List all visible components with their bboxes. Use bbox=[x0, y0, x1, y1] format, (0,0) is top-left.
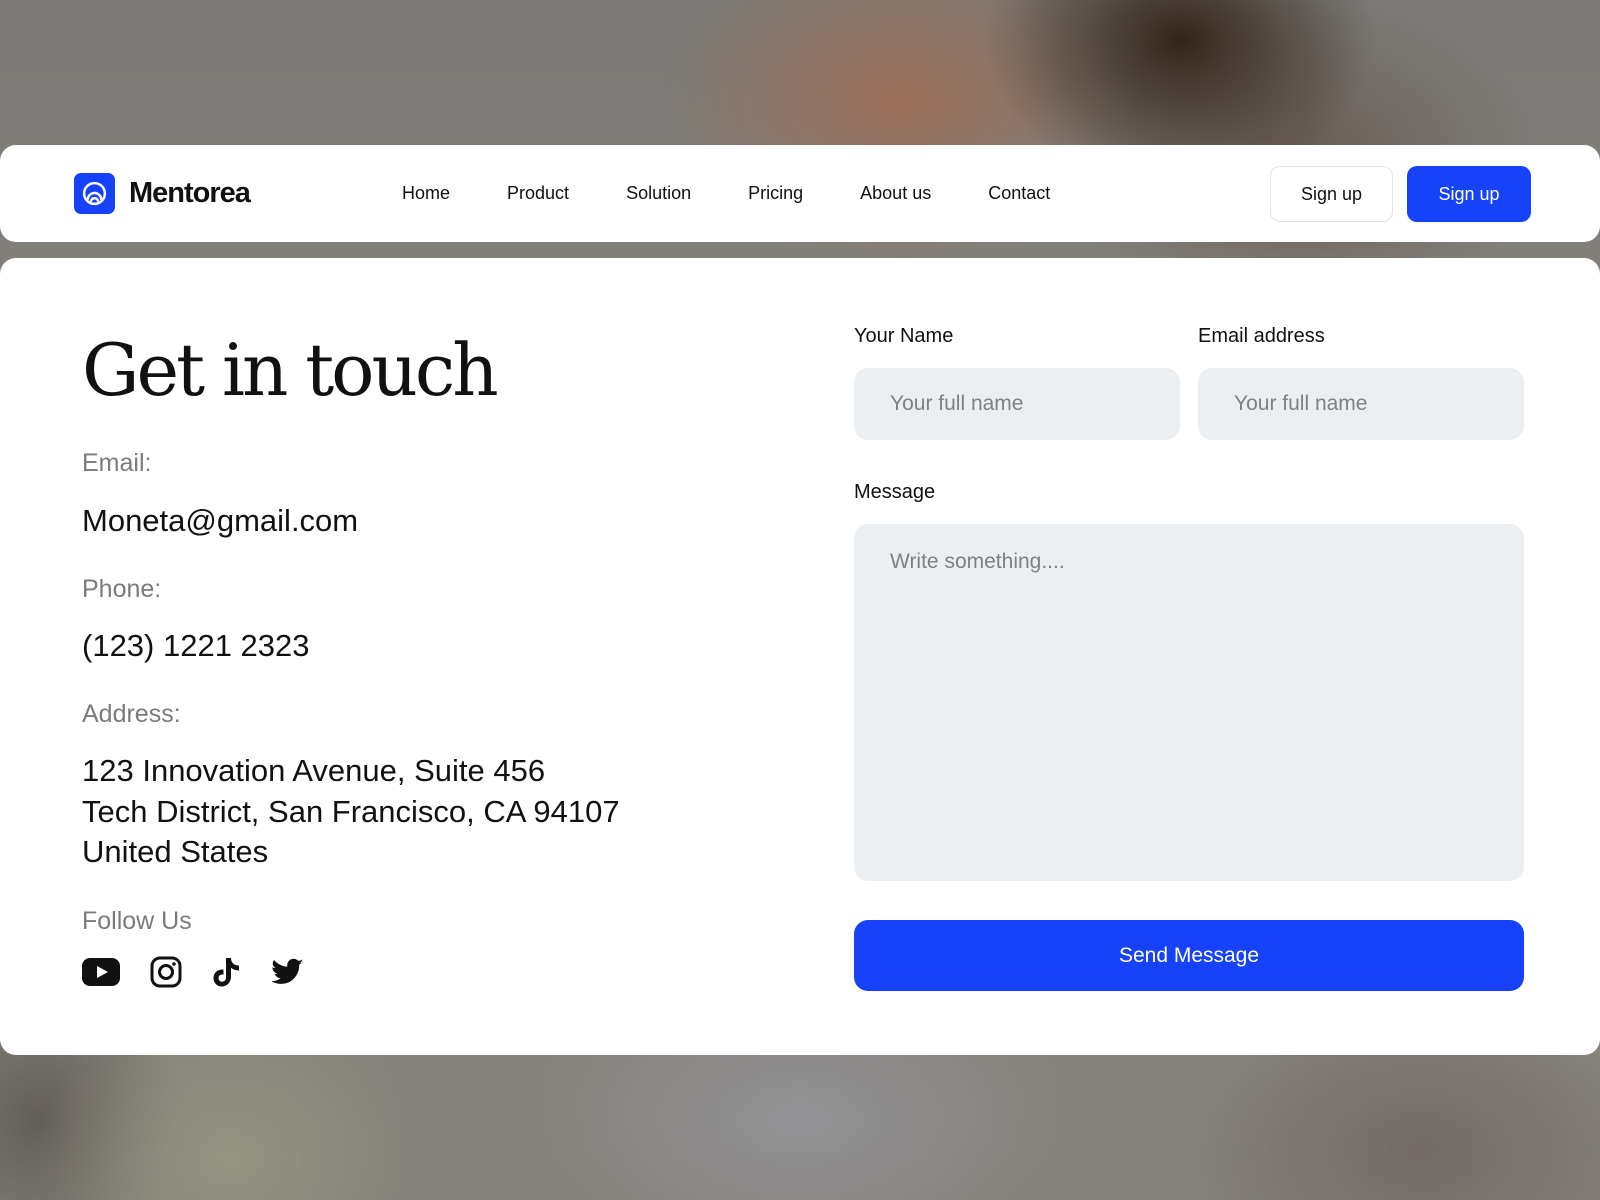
brand-name: Mentorea bbox=[129, 177, 251, 209]
email-input[interactable] bbox=[1198, 368, 1524, 440]
nav-link-pricing[interactable]: Pricing bbox=[748, 183, 803, 204]
nav-link-about-us[interactable]: About us bbox=[860, 183, 931, 204]
address-line-2: Tech District, San Francisco, CA 94107 bbox=[82, 794, 620, 829]
signup-outline-button[interactable]: Sign up bbox=[1270, 166, 1393, 222]
phone-label: Phone: bbox=[82, 575, 162, 603]
address-line-3: United States bbox=[82, 834, 269, 869]
nav-link-product[interactable]: Product bbox=[507, 183, 569, 204]
social-links bbox=[82, 956, 334, 988]
follow-us-label: Follow Us bbox=[82, 907, 192, 935]
email-value[interactable]: Moneta@gmail.com bbox=[82, 501, 358, 541]
name-field-label: Your Name bbox=[854, 325, 954, 347]
address-label: Address: bbox=[82, 700, 181, 728]
youtube-icon[interactable] bbox=[82, 958, 120, 986]
signup-primary-button[interactable]: Sign up bbox=[1407, 166, 1531, 222]
brand[interactable]: Mentorea bbox=[74, 173, 251, 214]
tiktok-icon[interactable] bbox=[212, 956, 242, 988]
message-textarea[interactable] bbox=[854, 524, 1524, 881]
instagram-icon[interactable] bbox=[150, 956, 182, 988]
address-line-1: 123 Innovation Avenue, Suite 456 bbox=[82, 753, 546, 788]
contact-card: Get in touch Email: Moneta@gmail.com Pho… bbox=[0, 258, 1600, 1055]
page-title: Get in touch bbox=[82, 328, 499, 412]
message-field-label: Message bbox=[854, 481, 936, 503]
name-input[interactable] bbox=[854, 368, 1180, 440]
twitter-icon[interactable] bbox=[272, 958, 304, 986]
nav-links: Home Product Solution Pricing About us C… bbox=[402, 145, 1050, 242]
nav-link-contact[interactable]: Contact bbox=[988, 183, 1050, 204]
email-label: Email: bbox=[82, 449, 152, 477]
brand-logo-icon bbox=[74, 173, 115, 214]
email-field-label: Email address bbox=[1198, 325, 1325, 347]
top-navbar: Mentorea Home Product Solution Pricing A… bbox=[0, 145, 1600, 242]
nav-link-home[interactable]: Home bbox=[402, 183, 450, 204]
phone-value[interactable]: (123) 1221 2323 bbox=[82, 626, 310, 666]
send-message-button[interactable]: Send Message bbox=[854, 920, 1524, 991]
nav-link-solution[interactable]: Solution bbox=[626, 183, 691, 204]
